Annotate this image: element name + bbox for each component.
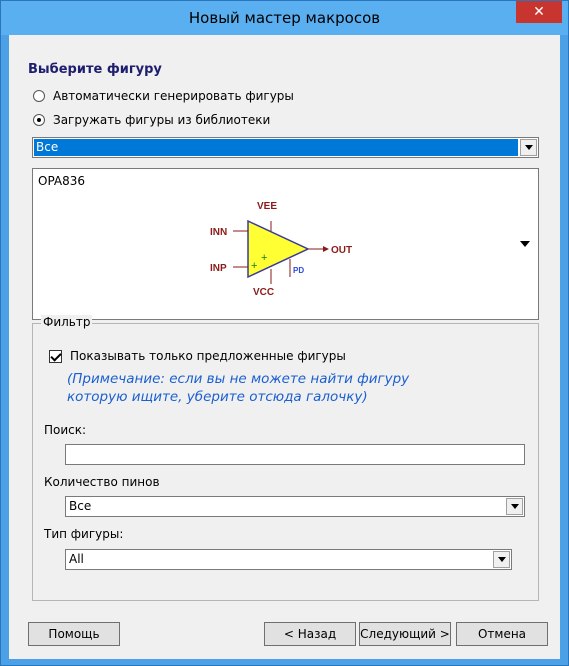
shape-type-value: All — [69, 552, 84, 566]
pin-label-inn: INN — [210, 227, 227, 238]
radio-auto-generate-label: Автоматически генерировать фигуры — [53, 89, 294, 103]
shape-type-select[interactable]: All — [65, 549, 512, 570]
pin-count-select[interactable]: Все — [65, 496, 525, 517]
show-suggested-checkbox-row[interactable]: Показывать только предложенные фигуры — [49, 349, 346, 363]
show-suggested-checkbox[interactable] — [49, 349, 62, 363]
chevron-down-icon[interactable] — [493, 551, 510, 568]
radio-load-library[interactable]: Загружать фигуры из библиотеки — [33, 111, 270, 129]
shape-preview[interactable]: OPA836 VEE INN INP OUT PD VCC + + — [32, 168, 539, 320]
library-combo-value: Все — [36, 140, 59, 154]
window-title: Новый мастер макросов — [188, 9, 381, 27]
show-suggested-label: Показывать только предложенные фигуры — [70, 349, 346, 363]
plus-sign-supply: + — [261, 252, 267, 264]
next-button[interactable]: Следующий > — [359, 622, 451, 646]
shape-type-label: Тип фигуры: — [44, 527, 124, 541]
filter-note: (Примечание: если вы не можете найти фиг… — [67, 371, 410, 405]
pin-label-inp: INP — [210, 263, 227, 274]
radio-load-library-circle[interactable] — [33, 114, 45, 126]
caret-down-icon[interactable] — [520, 241, 530, 247]
search-input[interactable] — [65, 444, 525, 465]
dialog-client: Выберите фигуру Автоматически генерирова… — [9, 35, 560, 659]
cancel-button[interactable]: Отмена — [456, 622, 548, 646]
pin-label-vee: VEE — [257, 201, 277, 212]
section-heading: Выберите фигуру — [28, 62, 162, 77]
chevron-down-icon[interactable] — [506, 498, 523, 515]
back-button[interactable]: < Назад — [264, 622, 356, 646]
pin-label-pd: PD — [293, 266, 304, 275]
plus-sign-input: + — [251, 260, 257, 272]
radio-auto-generate-circle[interactable] — [33, 90, 45, 102]
radio-auto-generate[interactable]: Автоматически генерировать фигуры — [33, 87, 294, 105]
help-button[interactable]: Помощь — [28, 622, 120, 646]
library-combo-highlight — [34, 139, 518, 156]
library-combo[interactable]: Все — [32, 137, 539, 158]
opamp-symbol: VEE INN INP OUT PD VCC + + — [210, 201, 352, 298]
pin-label-out: OUT — [331, 245, 352, 256]
filter-group-label: Фильтр — [41, 315, 93, 329]
pin-count-label: Количество пинов — [44, 475, 160, 489]
out-arrow-icon — [323, 246, 329, 252]
dialog-window: Новый мастер макросов ✕ Выберите фигуру … — [0, 0, 569, 666]
radio-load-library-label: Загружать фигуры из библиотеки — [53, 113, 271, 127]
search-label: Поиск: — [44, 423, 87, 437]
close-button[interactable]: ✕ — [516, 1, 562, 23]
title-bar[interactable]: Новый мастер макросов ✕ — [1, 1, 568, 35]
pin-label-vcc: VCC — [253, 287, 274, 298]
chevron-down-icon[interactable] — [520, 139, 537, 156]
pin-count-value: Все — [69, 499, 92, 513]
